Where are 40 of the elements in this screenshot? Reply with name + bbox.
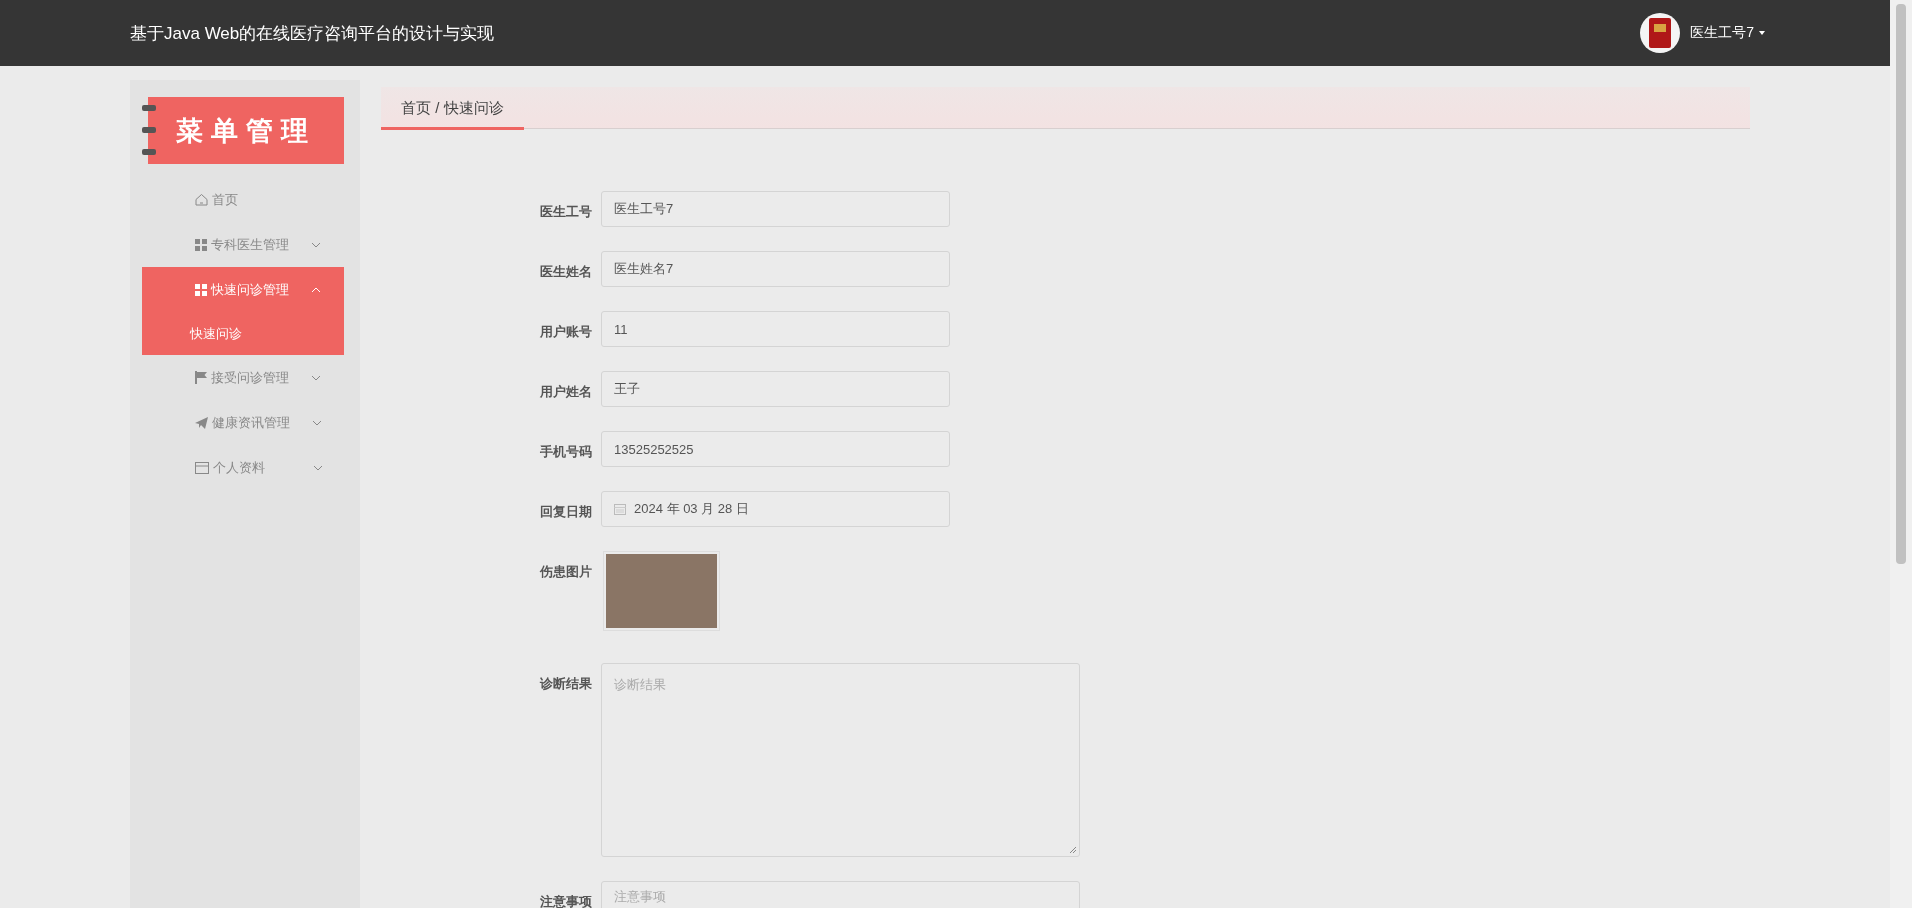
site-title: 基于Java Web的在线医疗咨询平台的设计与实现 [130, 22, 496, 45]
field-label: 手机号码 [539, 443, 593, 461]
field-label: 诊断结果 [538, 675, 593, 693]
submenu-item[interactable]: 快速问诊 [142, 312, 344, 355]
input-field[interactable]: 13525252525 [601, 431, 950, 467]
binder-rings-icon [142, 103, 156, 158]
scrollbar-thumb[interactable] [1896, 4, 1906, 564]
home-icon [195, 193, 208, 206]
field-label: 回复日期 [539, 503, 593, 521]
resize-handle-icon [1069, 846, 1077, 854]
input-field[interactable]: 11 [601, 311, 950, 347]
menu-item[interactable]: 专科医生管理 [130, 222, 360, 267]
text-area[interactable]: 注意事项 [601, 881, 1080, 908]
text-area[interactable]: 诊断结果 [601, 663, 1080, 857]
card-icon [195, 461, 209, 474]
menu-item[interactable]: 快速问诊管理 [142, 267, 344, 312]
field-label: 用户姓名 [539, 383, 593, 401]
input-field[interactable]: 医生工号7 [601, 191, 950, 227]
field-label: 医生姓名 [539, 263, 593, 281]
menu-item[interactable]: 首页 [130, 177, 360, 222]
field-label: 注意事项 [539, 893, 593, 908]
menu-title: 菜单管理 [176, 113, 316, 148]
avatar-icon[interactable] [1640, 13, 1681, 53]
menu-item[interactable]: 接受问诊管理 [130, 355, 360, 400]
flag-icon [195, 371, 207, 384]
field-label: 伤患图片 [538, 563, 593, 581]
input-field[interactable]: 医生姓名7 [601, 251, 950, 287]
caret-icon [1759, 31, 1765, 35]
field-label: 用户账号 [539, 323, 593, 341]
date-field[interactable]: 2024 年 03 月 28 日 [601, 491, 950, 527]
menu-item[interactable]: 健康资讯管理 [130, 400, 360, 445]
grid-icon [195, 238, 207, 251]
field-label: 医生工号 [539, 203, 593, 221]
paper-plane-icon [195, 416, 208, 429]
breadcrumb[interactable]: 首页 / 快速问诊 [381, 99, 524, 130]
calendar-icon [614, 503, 626, 515]
user-menu[interactable]: 医生工号7 [1690, 24, 1765, 42]
grid-icon [195, 283, 207, 296]
menu-item[interactable]: 个人资料 [130, 445, 360, 490]
input-field[interactable]: 王子 [601, 371, 950, 407]
